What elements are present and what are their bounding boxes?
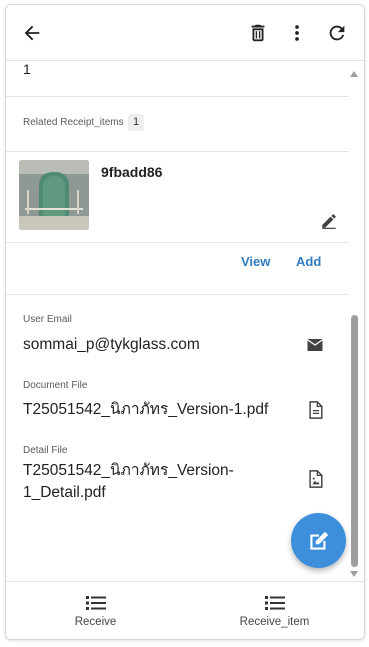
send-email-button[interactable] [306,337,324,358]
more-options-button[interactable] [285,21,309,45]
user-email-value: sommai_p@tykglass.com [23,336,200,353]
image-file-icon [309,470,323,488]
nav-receive-item-label: Receive_item [239,616,310,628]
document-file-label: Document File [23,380,88,391]
back-button[interactable] [20,21,44,45]
scrollbar-thumb[interactable] [351,315,358,567]
detail-file-label: Detail File [23,445,68,456]
top-toolbar [6,5,364,61]
truncated-value: 1 [23,62,31,77]
view-link[interactable]: View [241,254,270,269]
delete-button[interactable] [246,21,270,45]
item-thumbnail[interactable] [19,160,89,230]
divider [6,294,349,295]
related-section-label: Related Receipt_items [23,117,124,128]
mail-icon [307,339,323,351]
arrow-left-icon [24,25,40,41]
scrollbar[interactable] [350,67,358,579]
nav-receive-label: Receive [74,616,117,628]
bottom-navigation: Receive Receive_item [6,581,364,639]
related-item-title[interactable]: 9fbadd86 [101,161,162,183]
divider [6,151,349,152]
user-email-label: User Email [23,314,72,325]
open-document-button[interactable] [308,401,323,424]
divider [6,242,349,243]
refresh-icon [329,25,345,41]
detail-content[interactable]: 1 Related Receipt_items 1 9fbadd86 View … [6,62,364,582]
nav-receive[interactable]: Receive [6,582,185,639]
edit-item-button[interactable] [320,212,338,235]
thumbnail-image [19,160,89,230]
edit-fab-button[interactable] [291,513,346,568]
trash-icon [251,24,265,42]
nav-receive-item[interactable]: Receive_item [185,582,364,639]
detail-file-value-line2[interactable]: 1_Detail.pdf [23,482,106,504]
scroll-down-arrow-icon[interactable] [350,571,358,577]
edit-note-icon [309,531,328,550]
add-link[interactable]: Add [296,254,321,269]
file-icon [309,401,323,419]
edit-icon [322,214,336,229]
divider [6,96,349,97]
document-file-value[interactable]: T25051542_นิภาภัทร_Version-1.pdf [23,399,268,421]
related-count-badge: 1 [128,114,144,131]
more-vert-icon [295,25,299,41]
app-window: 1 Related Receipt_items 1 9fbadd86 View … [5,4,365,640]
detail-file-value-line1[interactable]: T25051542_นิภาภัทร_Version- [23,460,234,482]
open-detail-file-button[interactable] [308,470,323,493]
list-icon [264,596,285,610]
list-icon [85,596,106,610]
refresh-button[interactable] [325,21,349,45]
scroll-up-arrow-icon[interactable] [350,71,358,77]
